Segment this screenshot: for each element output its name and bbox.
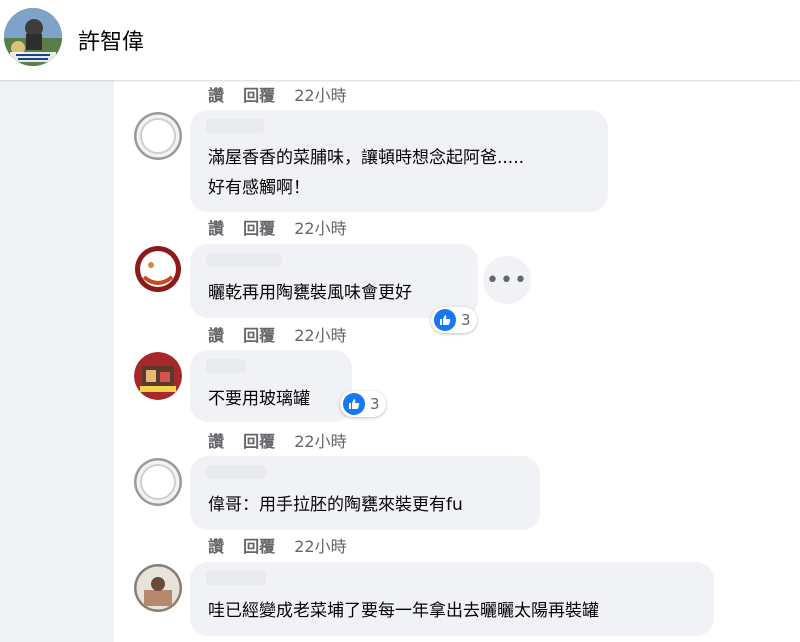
commenter-name-redacted [206, 253, 282, 267]
comment-bubble: 偉哥：用手拉胚的陶甕來裝更有fu [190, 456, 540, 530]
comment-text-line: 偉哥：用手拉胚的陶甕來裝更有fu [208, 495, 463, 515]
comment-text-line: 曬乾再用陶甕裝風味會更好 [208, 283, 412, 303]
comment-time[interactable]: 22小時 [294, 537, 346, 556]
comment-bubble: 滿屋香香的菜脯味，讓頓時想念起阿爸..... 好有感觸啊！ [190, 110, 608, 212]
like-link[interactable]: 讚 [208, 86, 224, 105]
author-avatar-image [4, 8, 62, 66]
comment-bubble: 哇已經變成老菜埔了要每一年拿出去曬曬太陽再裝罐 [190, 562, 714, 636]
comment-time[interactable]: 22小時 [294, 432, 346, 451]
author-avatar[interactable] [4, 8, 62, 66]
comment-text-line: 哇已經變成老菜埔了要每一年拿出去曬曬太陽再裝罐 [208, 601, 599, 621]
commenter-avatar[interactable] [134, 458, 182, 506]
more-options-button[interactable]: ••• [483, 256, 531, 304]
like-link[interactable]: 讚 [208, 537, 224, 556]
commenter-name-redacted [206, 359, 246, 373]
reply-link[interactable]: 回覆 [243, 86, 275, 105]
commenter-avatar-image [135, 246, 181, 292]
comment-text-line: 滿屋香香的菜脯味，讓頓時想念起阿爸..... [208, 148, 525, 168]
comment-bubble: 不要用玻璃罐 [190, 350, 352, 422]
reaction-summary[interactable]: 3 [431, 307, 477, 333]
reply-link[interactable]: 回覆 [243, 537, 275, 556]
reply-link[interactable]: 回覆 [243, 326, 275, 345]
commenter-avatar-image [134, 458, 182, 506]
comment-actions: 讚 回覆 22小時 [208, 322, 361, 346]
comment-time[interactable]: 22小時 [294, 326, 346, 345]
comment-time[interactable]: 22小時 [294, 219, 346, 238]
author-name[interactable]: 許智偉 [78, 24, 144, 56]
thumbs-up-icon [434, 309, 456, 331]
commenter-avatar-image [134, 352, 182, 400]
post-header: 許智偉 [0, 0, 800, 80]
commenter-name-redacted [206, 571, 266, 585]
comment-actions: 讚 回覆 22小時 [208, 428, 361, 452]
commenter-name-redacted [206, 119, 264, 133]
commenter-avatar[interactable] [134, 245, 182, 293]
commenter-avatar[interactable] [134, 352, 182, 400]
more-horizontal-icon: ••• [486, 267, 528, 293]
reaction-count: 3 [461, 311, 471, 329]
reaction-count: 3 [370, 395, 380, 413]
comment-bubble: 曬乾再用陶甕裝風味會更好 [190, 244, 478, 318]
comment-actions: 讚 回覆 22小時 [208, 82, 361, 106]
commenter-avatar-image [134, 112, 182, 160]
comment-text-line: 不要用玻璃罐 [208, 389, 310, 409]
comment-time[interactable]: 22小時 [294, 86, 346, 105]
commenter-avatar[interactable] [134, 564, 182, 612]
like-link[interactable]: 讚 [208, 326, 224, 345]
thumbs-up-icon [343, 393, 365, 415]
like-link[interactable]: 讚 [208, 219, 224, 238]
reply-link[interactable]: 回覆 [243, 432, 275, 451]
comment-text-line: 好有感觸啊！ [208, 178, 310, 198]
commenter-avatar-image [134, 564, 182, 612]
comment-actions: 讚 回覆 22小時 [208, 215, 361, 239]
like-link[interactable]: 讚 [208, 432, 224, 451]
commenter-name-redacted [206, 465, 266, 479]
reply-link[interactable]: 回覆 [243, 219, 275, 238]
comment-actions: 讚 回覆 22小時 [208, 533, 361, 557]
reaction-summary[interactable]: 3 [340, 391, 386, 417]
commenter-avatar[interactable] [134, 112, 182, 160]
